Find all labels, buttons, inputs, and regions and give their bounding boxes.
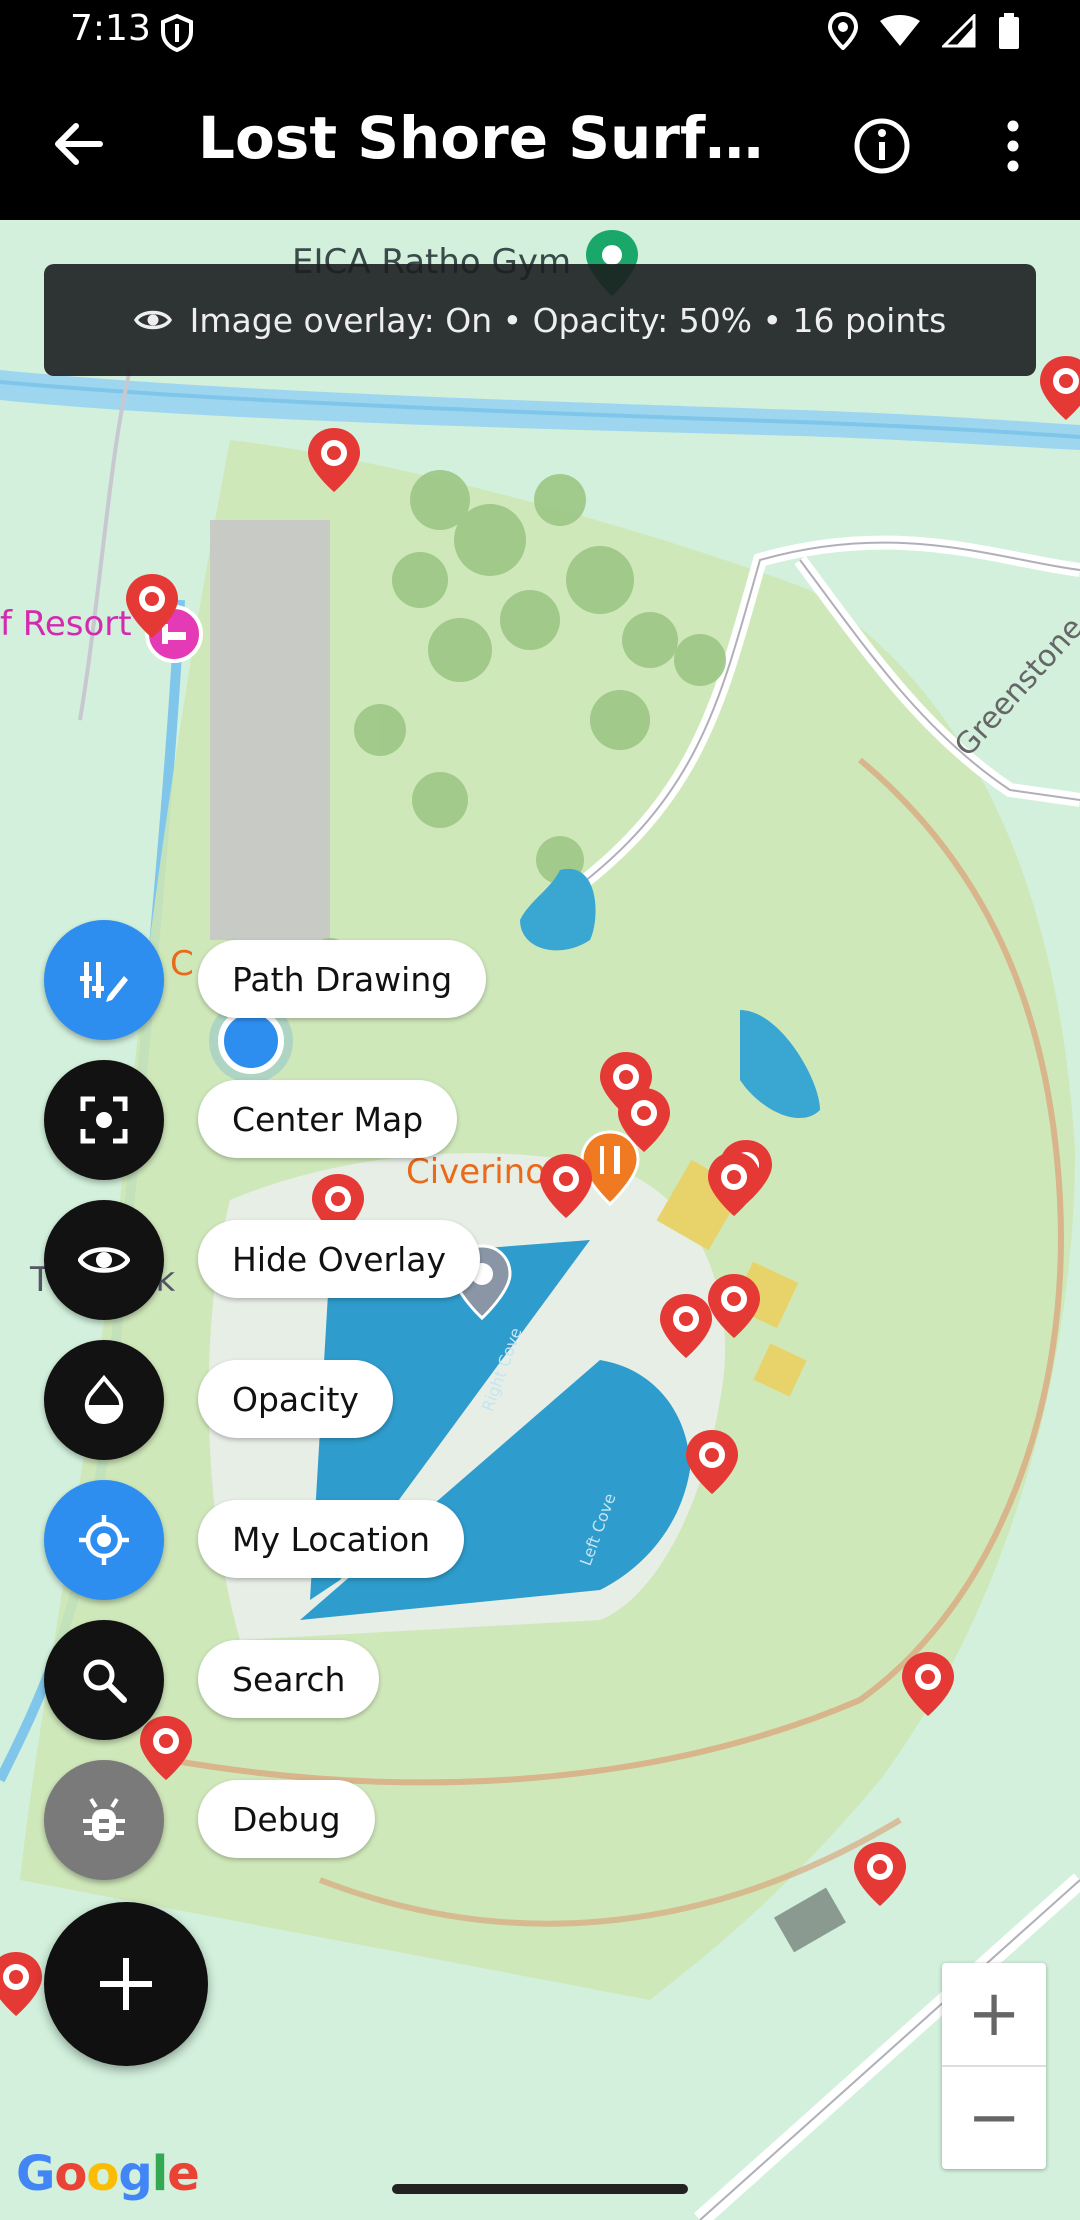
point-marker-icon[interactable] [616,1086,672,1154]
search-icon [83,1659,127,1703]
app-bar: Lost Shore Surf R... [0,64,1080,220]
opacity-drop-icon [84,1375,124,1425]
path-drawing-icon [80,962,128,1002]
page-title: Lost Shore Surf R... [198,104,778,172]
status-bar: 7:13 [0,0,1080,64]
more-options-icon[interactable] [990,116,1036,176]
search-button[interactable] [44,1620,164,1740]
google-logo: Google [16,2146,200,2202]
battery-icon [999,13,1019,49]
point-marker-icon[interactable] [1038,354,1080,422]
point-marker-icon[interactable] [852,1840,908,1908]
info-icon[interactable] [852,116,912,176]
back-arrow-icon[interactable] [48,114,108,174]
zoom-in-button[interactable]: + [942,1963,1046,2067]
status-time: 7:13 [70,8,151,49]
map-label-partial-c: C [170,944,194,984]
debug-button[interactable] [44,1760,164,1880]
point-marker-icon[interactable] [900,1650,956,1718]
point-marker-icon[interactable] [124,572,180,640]
hide-overlay-label[interactable]: Hide Overlay [198,1220,481,1298]
point-marker-icon[interactable] [306,426,362,494]
shield-icon [161,14,193,52]
hide-overlay-button[interactable] [44,1200,164,1320]
point-marker-icon[interactable] [706,1150,762,1218]
my-location-button[interactable] [44,1480,164,1600]
search-label[interactable]: Search [198,1640,380,1718]
wifi-icon [880,15,920,46]
center-map-button[interactable] [44,1060,164,1180]
opacity-label[interactable]: Opacity [198,1360,393,1438]
debug-label[interactable]: Debug [198,1780,375,1858]
map-label-resort: f Resort [0,604,132,644]
zoom-controls: + − [942,1963,1046,2169]
bug-icon [83,1797,125,1841]
point-marker-icon[interactable] [706,1272,762,1340]
location-pin-icon [828,12,858,50]
signal-icon [942,14,976,48]
center-map-label[interactable]: Center Map [198,1080,458,1158]
point-marker-icon[interactable] [0,1950,44,2018]
point-marker-icon[interactable] [538,1152,594,1220]
location-target-icon [79,1515,129,1565]
path-drawing-label[interactable]: Path Drawing [198,940,487,1018]
overlay-status-banner: Image overlay: On • Opacity: 50% • 16 po… [44,264,1036,376]
path-drawing-button[interactable] [44,920,164,1040]
eye-icon [133,310,172,330]
opacity-button[interactable] [44,1340,164,1460]
add-point-button[interactable] [44,1902,208,2066]
plus-icon [100,1958,152,2010]
overlay-status-text: Image overlay: On • Opacity: 50% • 16 po… [189,300,947,340]
my-location-label[interactable]: My Location [198,1500,465,1578]
point-marker-icon[interactable] [138,1714,194,1782]
zoom-out-button[interactable]: − [942,2067,1046,2169]
point-marker-icon[interactable] [684,1428,740,1496]
eye-icon [78,1247,130,1273]
home-indicator[interactable] [392,2184,688,2194]
center-focus-icon [80,1096,128,1144]
